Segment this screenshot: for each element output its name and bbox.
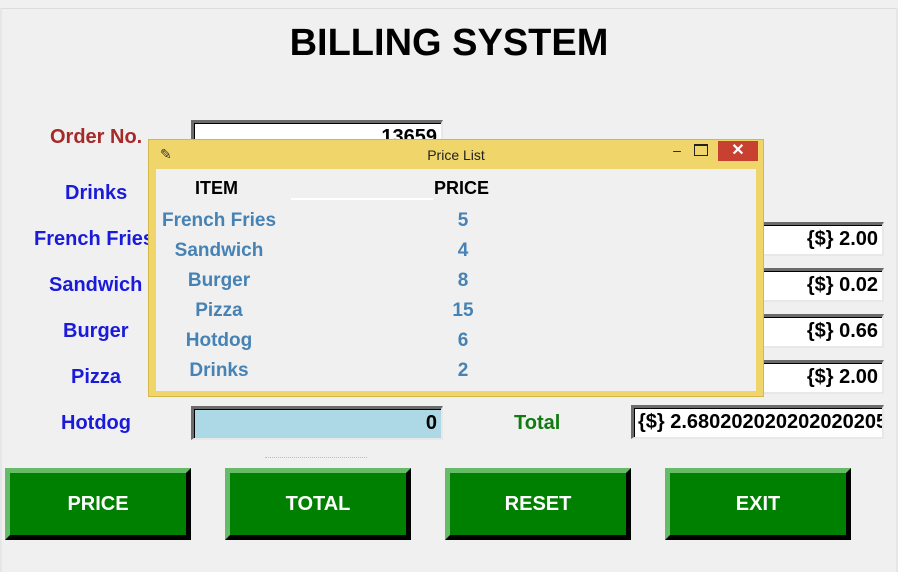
price-list-item: Pizza [195, 300, 243, 321]
price-list-price: 4 [457, 240, 469, 261]
cost-field-3[interactable]: {$} 0.66 [760, 314, 884, 348]
price-list-price: 2 [457, 360, 469, 381]
total-button[interactable]: TOTAL [225, 468, 411, 540]
price-list-price: 6 [457, 330, 469, 351]
focus-dotted-line [265, 457, 367, 458]
price-header: PRICE [434, 178, 490, 198]
order-no-label: Order No. [50, 126, 143, 148]
reset-button[interactable]: RESET [445, 468, 631, 540]
cost-field-1[interactable]: {$} 2.00 [760, 222, 884, 256]
price-list-window: ✎ Price List – ✕ ITEM PRICE French Fries… [148, 139, 764, 397]
sandwich-label: Sandwich [49, 274, 143, 296]
exit-button[interactable]: EXIT [665, 468, 851, 540]
french-fries-label: French Fries [34, 228, 155, 250]
price-list-price: 5 [457, 210, 469, 231]
price-list-item: Drinks [189, 360, 249, 381]
pizza-label: Pizza [71, 366, 122, 388]
price-list-price: 8 [457, 270, 469, 291]
header-separator [291, 198, 433, 200]
drinks-label: Drinks [65, 182, 128, 204]
price-list-item: Sandwich [174, 240, 264, 261]
popup-border-right [756, 169, 763, 396]
maximize-icon[interactable] [694, 144, 708, 156]
cost-field-4[interactable]: {$} 2.00 [760, 360, 884, 394]
price-list-item: Burger [187, 270, 251, 291]
total-field[interactable]: {$} 2.680202020202020205 [631, 405, 884, 439]
cost-field-2[interactable]: {$} 0.02 [760, 268, 884, 302]
window-top-border [0, 0, 898, 9]
close-icon[interactable]: ✕ [718, 141, 758, 161]
price-list-item: Hotdog [185, 330, 253, 351]
window-left-border [0, 8, 2, 572]
price-button[interactable]: PRICE [5, 468, 191, 540]
price-list-item: French Fries [161, 210, 277, 231]
app-title: BILLING SYSTEM [289, 22, 609, 64]
item-header: ITEM [195, 178, 238, 198]
popup-content: ITEM PRICE French Fries 5 Sandwich 4 Bur… [156, 169, 756, 391]
hotdog-label: Hotdog [61, 412, 131, 434]
price-list-price: 15 [452, 300, 474, 321]
burger-label: Burger [63, 320, 129, 342]
hotdog-field[interactable]: 0 [191, 406, 443, 440]
minimize-icon[interactable]: – [667, 142, 687, 164]
total-label: Total [514, 412, 561, 434]
